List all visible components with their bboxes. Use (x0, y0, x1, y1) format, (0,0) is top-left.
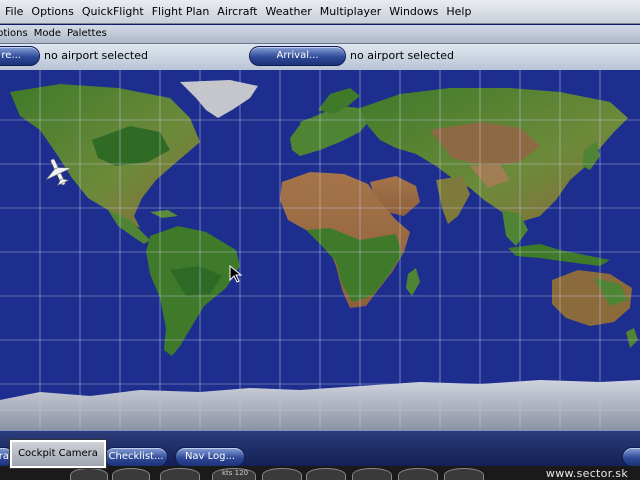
gauge-icon (160, 468, 200, 480)
checklist-button[interactable]: Checklist... (104, 447, 168, 467)
menu-weather[interactable]: Weather (261, 0, 315, 24)
menu-help[interactable]: Help (442, 0, 475, 24)
map-window-menu: ptions Mode Palettes (0, 25, 640, 44)
world-map-graphic (0, 70, 640, 430)
menu-file[interactable]: File (0, 0, 27, 24)
menu-options[interactable]: Options (27, 0, 77, 24)
gauge-icon (112, 468, 150, 480)
navlog-button[interactable]: Nav Log... (175, 447, 245, 467)
arrival-airport-text: no airport selected (350, 49, 454, 62)
menu-quickflight[interactable]: QuickFlight (78, 0, 148, 24)
submenu-palettes[interactable]: Palettes (64, 25, 110, 43)
departure-button[interactable]: re... (0, 46, 40, 66)
gauge-icon (352, 468, 392, 480)
menu-flight-plan[interactable]: Flight Plan (148, 0, 214, 24)
menu-bar: File Options QuickFlight Flight Plan Air… (0, 0, 640, 24)
cockpit-camera-button[interactable]: Cockpit Camera (9, 439, 107, 469)
submenu-options[interactable]: ptions (0, 25, 31, 43)
gauge-icon (262, 468, 302, 480)
menu-windows[interactable]: Windows (385, 0, 442, 24)
gauge-icon (444, 468, 484, 480)
world-map[interactable] (0, 70, 640, 430)
gauge-icon (70, 468, 108, 480)
route-bar: re... no airport selected Arrival... no … (0, 44, 640, 70)
cockpit-instrument-strip: kts 120 (0, 466, 640, 480)
airspeed-readout: kts 120 (222, 469, 249, 477)
departure-airport-text: no airport selected (44, 49, 148, 62)
menu-multiplayer[interactable]: Multiplayer (316, 0, 385, 24)
arrival-button[interactable]: Arrival... (249, 46, 346, 66)
right-stub-button[interactable] (622, 447, 640, 467)
gauge-icon (398, 468, 438, 480)
menu-aircraft[interactable]: Aircraft (213, 0, 261, 24)
watermark-text: www.sector.sk (545, 467, 628, 480)
gauge-icon (306, 468, 346, 480)
submenu-mode[interactable]: Mode (31, 25, 64, 43)
